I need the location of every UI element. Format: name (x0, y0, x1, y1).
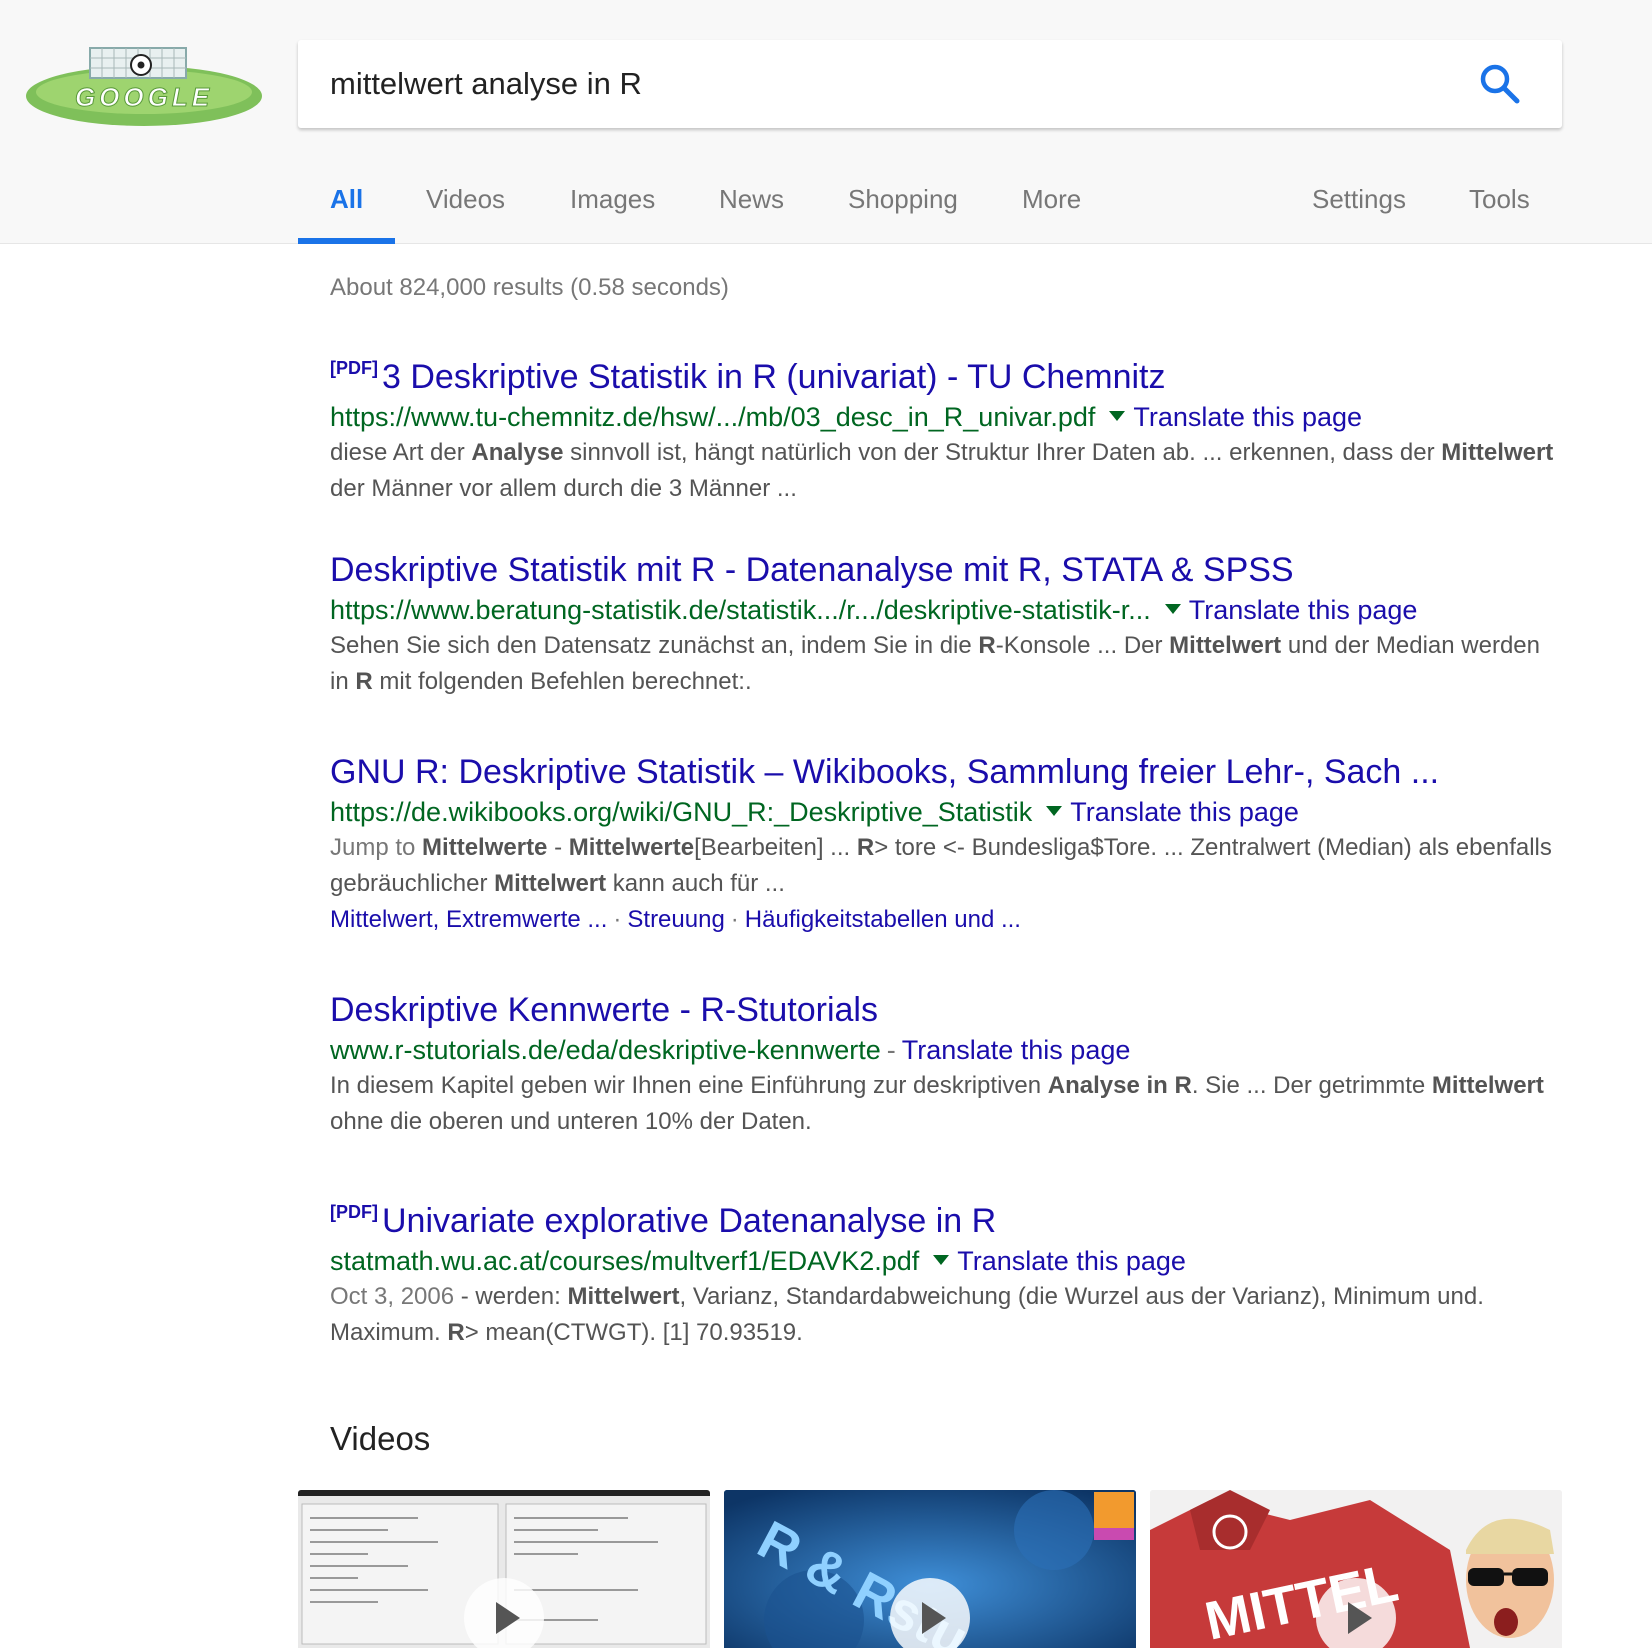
result-title-link[interactable]: [PDF] Univariate explorative Datenanalyse… (330, 1192, 1560, 1241)
snippet-text: > mean(CTWGT). [1] 70.93519. (464, 1319, 803, 1346)
highlighted-term: Analyse (471, 439, 564, 466)
translate-link[interactable]: Translate this page (902, 1035, 1131, 1065)
jump-to-label: Jump to (330, 834, 416, 861)
tab-tools[interactable]: Tools (1469, 184, 1530, 215)
play-icon[interactable] (890, 1578, 970, 1648)
url-dropdown-caret-icon[interactable] (1109, 411, 1126, 421)
search-box[interactable] (298, 40, 1562, 128)
header: GOOGLE All Videos Images News Shopping M… (0, 0, 1652, 244)
separator: · (613, 906, 622, 933)
snippet-text: In diesem Kapitel geben wir Ihnen eine E… (330, 1072, 1048, 1099)
snippet-text: ohne die oberen und unteren 10% der Date… (330, 1108, 812, 1135)
tab-more[interactable]: More (1022, 184, 1081, 215)
result-title-link[interactable]: Deskriptive Statistik mit R - Datenanaly… (330, 550, 1560, 590)
highlighted-term: Mittelwert (567, 1283, 680, 1310)
url-dropdown-caret-icon[interactable] (1046, 806, 1063, 816)
video-thumbnail[interactable] (298, 1490, 710, 1648)
snippet-text: -Konsole ... Der (995, 632, 1170, 659)
result-url[interactable]: statmath.wu.ac.at/courses/multverf1/EDAV… (330, 1246, 919, 1276)
highlighted-term: Mittelwert (1431, 1072, 1544, 1099)
separator: · (730, 906, 739, 933)
highlighted-term: R (856, 834, 875, 861)
sitelink[interactable]: Streuung (627, 906, 724, 933)
videos-section-heading: Videos (330, 1420, 431, 1457)
play-icon[interactable] (464, 1578, 544, 1648)
tab-all[interactable]: All (330, 184, 363, 215)
translate-link[interactable]: Translate this page (1189, 595, 1418, 625)
sitelink[interactable]: Mittelwert, Extremwerte ... (330, 906, 607, 933)
result-snippet: Jump to Mittelwerte - Mittelwerte[Bearbe… (330, 830, 1560, 902)
search-result: [PDF] 3 Deskriptive Statistik in R (univa… (330, 348, 1560, 507)
tab-shopping[interactable]: Shopping (848, 184, 958, 215)
google-doodle-logo[interactable]: GOOGLE (24, 44, 264, 130)
highlighted-term: Analyse in R (1047, 1072, 1192, 1099)
highlighted-term: Mittelwert (1441, 439, 1554, 466)
search-result: GNU R: Deskriptive Statistik – Wikibooks… (330, 752, 1560, 938)
snippet-text: der Männer vor allem durch die 3 Männer … (330, 475, 797, 502)
result-snippet: Oct 3, 2006 - werden: Mittelwert, Varian… (330, 1279, 1560, 1351)
result-url[interactable]: www.r-stutorials.de/eda/deskriptive-kenn… (330, 1035, 881, 1065)
result-title-link[interactable]: GNU R: Deskriptive Statistik – Wikibooks… (330, 752, 1560, 792)
snippet-text: . Sie ... Der getrimmte (1191, 1072, 1432, 1099)
search-result: [PDF] Univariate explorative Datenanalyse… (330, 1192, 1560, 1351)
translate-link[interactable]: Translate this page (1070, 797, 1299, 827)
snippet-text: sinnvoll ist, hängt natürlich von der St… (563, 439, 1442, 466)
tab-settings[interactable]: Settings (1312, 184, 1406, 215)
tab-videos[interactable]: Videos (426, 184, 505, 215)
active-tab-indicator (298, 238, 395, 244)
result-stats: About 824,000 results (0.58 seconds) (330, 274, 729, 301)
jump-to-link[interactable]: Mittelwerte (422, 834, 547, 861)
result-url[interactable]: https://www.tu-chemnitz.de/hsw/.../mb/03… (330, 402, 1095, 432)
search-result: Deskriptive Statistik mit R - Datenanaly… (330, 550, 1560, 700)
video-thumbnail[interactable]: R & Rstu (724, 1490, 1136, 1648)
result-date: Oct 3, 2006 (330, 1283, 455, 1310)
logo-text: GOOGLE (75, 82, 213, 112)
highlighted-term: Mittelwert (1169, 632, 1282, 659)
snippet-text: - (547, 834, 569, 861)
snippet-text: [Bearbeiten] ... (694, 834, 857, 861)
result-title-link[interactable]: Deskriptive Kennwerte - R-Stutorials (330, 990, 1560, 1030)
highlighted-term: Mittelwert (494, 870, 607, 897)
pdf-tag: [PDF] (330, 358, 378, 378)
separator: - (886, 1035, 896, 1065)
sitelink[interactable]: Häufigkeitstabellen und ... (745, 906, 1021, 933)
url-dropdown-caret-icon[interactable] (933, 1255, 950, 1265)
sitelinks: Mittelwert, Extremwerte ... · Streuung · Häu… (330, 902, 1560, 938)
result-url[interactable]: https://de.wikibooks.org/wiki/GNU_R:_Des… (330, 797, 1032, 827)
result-title-text: Univariate explorative Datenanalyse in R (382, 1202, 997, 1240)
result-snippet: Sehen Sie sich den Datensatz zunächst an… (330, 628, 1560, 700)
highlighted-term: R (978, 632, 996, 659)
url-dropdown-caret-icon[interactable] (1164, 604, 1181, 614)
result-snippet: In diesem Kapitel geben wir Ihnen eine E… (330, 1068, 1560, 1140)
result-title-link[interactable]: [PDF] 3 Deskriptive Statistik in R (univa… (330, 348, 1560, 397)
result-snippet: diese Art der Analyse sinnvoll ist, häng… (330, 435, 1560, 507)
search-icon[interactable] (1478, 62, 1522, 106)
translate-link[interactable]: Translate this page (1133, 402, 1362, 432)
highlighted-term: R (447, 1319, 465, 1346)
snippet-text: mit folgenden Befehlen berechnet:. (372, 668, 752, 695)
search-input[interactable] (330, 54, 1410, 114)
video-thumbnail[interactable]: MITTEL (1150, 1490, 1562, 1648)
highlighted-term: Mittelwerte (568, 834, 695, 861)
play-icon[interactable] (1316, 1578, 1396, 1648)
search-result: Deskriptive Kennwerte - R-Stutorials www… (330, 990, 1560, 1140)
snippet-text: kann auch für ... (606, 870, 785, 897)
tab-images[interactable]: Images (570, 184, 655, 215)
snippet-text: diese Art der (330, 439, 472, 466)
translate-link[interactable]: Translate this page (957, 1246, 1186, 1276)
result-title-text: 3 Deskriptive Statistik in R (univariat)… (382, 358, 1166, 396)
snippet-text: - werden: (454, 1283, 568, 1310)
tab-news[interactable]: News (719, 184, 784, 215)
snippet-text: Sehen Sie sich den Datensatz zunächst an… (330, 632, 979, 659)
pdf-tag: [PDF] (330, 1202, 378, 1222)
result-url[interactable]: https://www.beratung-statistik.de/statis… (330, 595, 1151, 625)
highlighted-term: R (355, 668, 373, 695)
